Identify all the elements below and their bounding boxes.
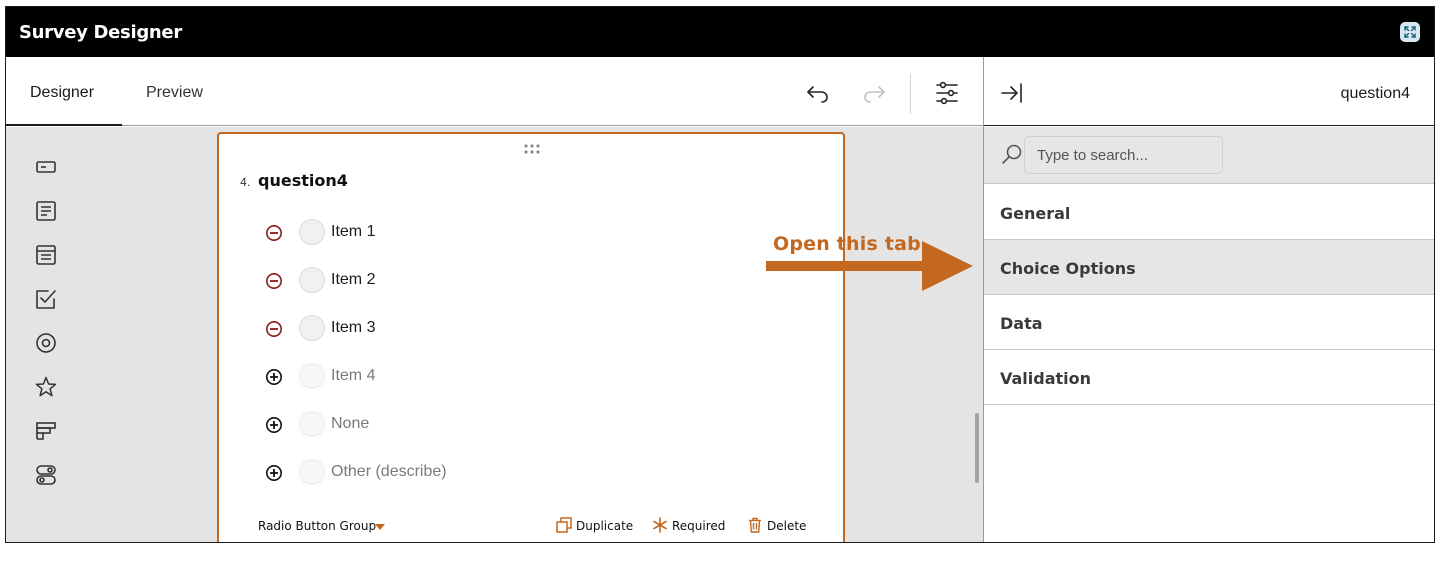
choice-label: Other (describe) <box>331 463 447 480</box>
text-input-icon[interactable] <box>34 155 58 179</box>
radio-button[interactable] <box>299 315 325 341</box>
panel-header: question4 <box>984 57 1434 126</box>
annotation-arrow-icon <box>766 241 973 291</box>
radio-button <box>299 363 325 389</box>
choice-label[interactable]: Item 2 <box>331 271 375 289</box>
title-bar: Survey Designer <box>6 7 1434 57</box>
survey-designer-window: Survey Designer Designer Preview 4. ques… <box>5 6 1435 543</box>
drag-handle-icon[interactable] <box>523 142 541 160</box>
choice-item: Item 2 <box>265 266 665 294</box>
remove-choice-icon[interactable] <box>265 224 283 242</box>
dropdown-icon[interactable] <box>34 243 58 267</box>
radio-button[interactable] <box>299 219 325 245</box>
choice-label: None <box>331 415 370 432</box>
add-choice-icon[interactable] <box>265 464 283 482</box>
panel-search <box>984 127 1434 184</box>
checkbox-icon[interactable] <box>34 287 58 311</box>
choice-label[interactable]: Item 1 <box>331 223 375 241</box>
tab-designer[interactable]: Designer <box>30 84 94 102</box>
radio-button <box>299 459 325 485</box>
rating-icon[interactable] <box>34 375 58 399</box>
question-number: 4. <box>240 176 251 189</box>
question-card[interactable]: 4. question4 Item 1 Item 2 Item 3 Item 4 <box>217 132 845 542</box>
active-tab-indicator <box>6 124 122 126</box>
redo-icon[interactable] <box>861 80 887 106</box>
settings-sliders-icon[interactable] <box>934 80 960 106</box>
collapse-panel-icon[interactable] <box>1000 81 1024 105</box>
tab-preview[interactable]: Preview <box>146 84 203 102</box>
trash-icon <box>749 517 761 533</box>
choice-label: Item 4 <box>331 367 376 384</box>
radiogroup-icon[interactable] <box>34 331 58 355</box>
delete-label: Delete <box>767 519 807 533</box>
choice-item: Item 4 <box>265 362 665 390</box>
duplicate-icon <box>556 517 572 533</box>
section-label: Choice Options <box>1000 259 1136 278</box>
question-type-selector[interactable]: Radio Button Group <box>258 519 376 533</box>
search-input[interactable] <box>1024 136 1223 174</box>
undo-icon[interactable] <box>805 80 831 106</box>
design-canvas: 4. question4 Item 1 Item 2 Item 3 Item 4 <box>6 127 983 542</box>
expand-icon[interactable] <box>1400 22 1420 42</box>
designer-toolbar: Designer Preview <box>6 57 983 126</box>
section-choice-options[interactable]: Choice Options <box>984 240 1434 295</box>
required-label: Required <box>672 519 726 533</box>
section-label: Data <box>1000 314 1043 333</box>
chevron-down-icon[interactable] <box>375 524 385 530</box>
radio-button[interactable] <box>299 267 325 293</box>
section-label: General <box>1000 204 1071 223</box>
choice-label[interactable]: Item 3 <box>331 319 375 337</box>
canvas-scrollbar[interactable] <box>975 413 979 483</box>
property-panel: question4 General Choice Options Data Va… <box>983 57 1434 542</box>
comment-icon[interactable] <box>34 199 58 223</box>
section-data[interactable]: Data <box>984 295 1434 350</box>
asterisk-icon <box>653 517 667 533</box>
search-icon <box>1002 144 1022 164</box>
duplicate-label: Duplicate <box>576 519 634 533</box>
radio-button <box>299 411 325 437</box>
add-choice-icon[interactable] <box>265 368 283 386</box>
toolbar-divider <box>910 74 911 114</box>
section-general[interactable]: General <box>984 185 1434 240</box>
choice-item: Item 1 <box>265 218 665 246</box>
question-title[interactable]: question4 <box>258 171 348 190</box>
remove-choice-icon[interactable] <box>265 272 283 290</box>
choice-item: Item 3 <box>265 314 665 342</box>
ranking-icon[interactable] <box>34 419 58 443</box>
selected-question-name: question4 <box>1340 85 1410 102</box>
remove-choice-icon[interactable] <box>265 320 283 338</box>
choice-item: Other (describe) <box>265 458 665 486</box>
choice-item: None <box>265 410 665 438</box>
window-title: Survey Designer <box>19 22 182 43</box>
boolean-icon[interactable] <box>34 463 58 487</box>
section-label: Validation <box>1000 369 1092 388</box>
section-validation[interactable]: Validation <box>984 350 1434 405</box>
add-choice-icon[interactable] <box>265 416 283 434</box>
